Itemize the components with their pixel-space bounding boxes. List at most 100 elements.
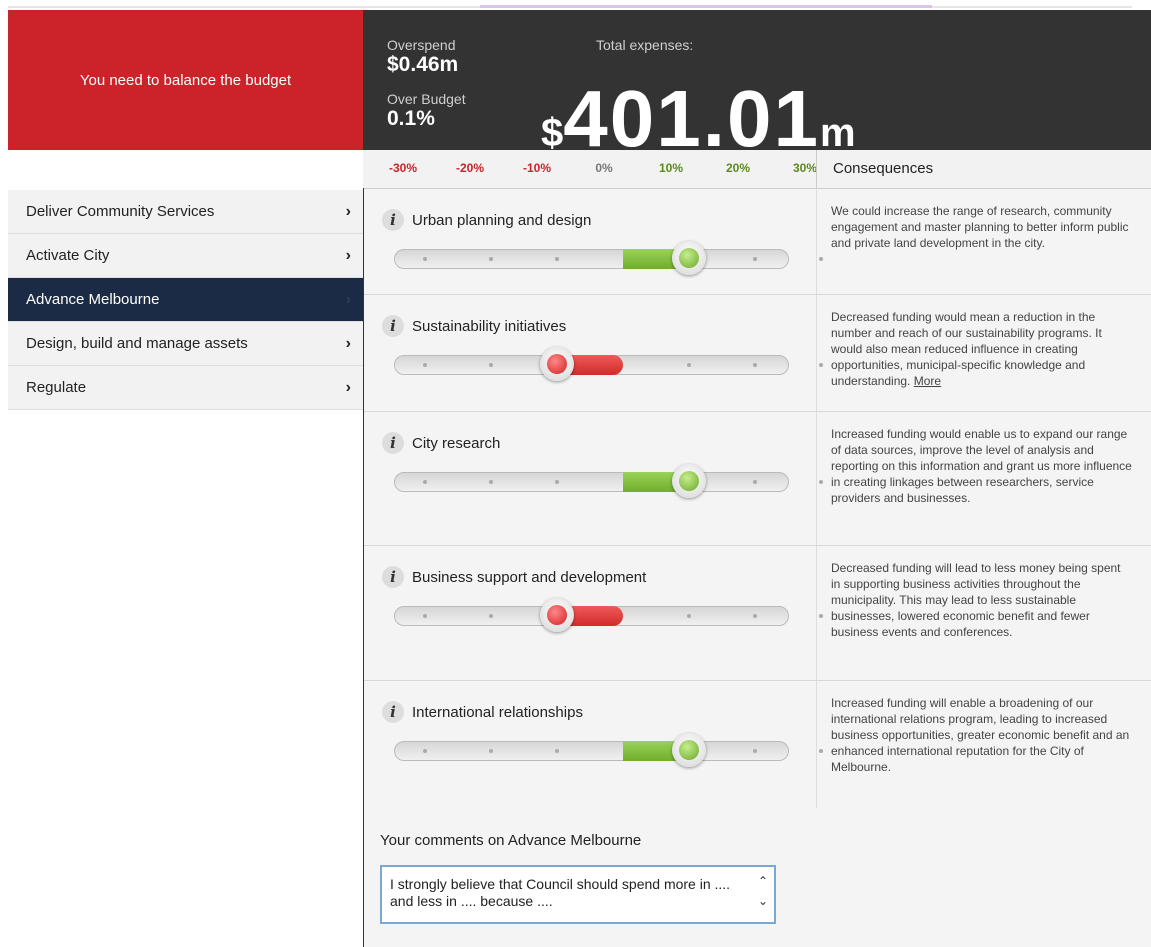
more-link[interactable]: More: [914, 374, 941, 388]
over-budget-label: Over Budget: [387, 91, 466, 107]
slider-step-dot: [819, 363, 823, 367]
slider-step-dot: [489, 363, 493, 367]
slider-step-dot: [819, 257, 823, 261]
sidebar-item-regulate[interactable]: Regulate ›: [8, 366, 363, 410]
budget-item-row: i Urban planning and design We could incre…: [364, 189, 1151, 295]
slider-step-dot: [555, 257, 559, 261]
consequence-description: Decreased funding will lead to less mone…: [831, 561, 1121, 639]
slider-step-dot: [555, 480, 559, 484]
total-expenses-label: Total expenses:: [596, 37, 694, 53]
slider-step-dot: [753, 257, 757, 261]
sidebar-item-label: Regulate: [26, 379, 87, 396]
overspend-label: Overspend: [387, 37, 456, 53]
budget-item-title: Business support and development: [412, 569, 647, 586]
scale-tick: -10%: [522, 161, 551, 175]
sidebar-item-label: Advance Melbourne: [26, 291, 160, 308]
totals-panel: Overspend $0.46m Over Budget 0.1% Total …: [363, 10, 1151, 163]
slider-step-dot: [687, 363, 691, 367]
chevron-right-icon: ›: [345, 335, 351, 352]
consequence-text: Increased funding would enable us to exp…: [816, 412, 1151, 545]
info-icon[interactable]: i: [382, 315, 404, 337]
overspend-value: $0.46m: [387, 53, 459, 76]
top-hairline: [0, 0, 1151, 10]
comments-box: ⌃ ⌄: [380, 865, 776, 924]
consequence-text: Decreased funding would mean a reduction…: [816, 295, 1151, 411]
budget-item-title: City research: [412, 435, 501, 452]
consequence-description: Increased funding will enable a broadeni…: [831, 696, 1130, 774]
slider-step-dot: [819, 749, 823, 753]
scroll-down-icon[interactable]: ⌄: [756, 891, 770, 911]
slider-step-dot: [753, 614, 757, 618]
info-icon[interactable]: i: [382, 209, 404, 231]
slider-step-dot: [753, 480, 757, 484]
info-icon[interactable]: i: [382, 566, 404, 588]
slider-step-dot: [489, 749, 493, 753]
scale-tick: -20%: [455, 161, 484, 175]
budget-item-control: i International relationships: [364, 681, 823, 813]
chevron-right-icon: ›: [345, 203, 351, 220]
slider-step-dot: [687, 614, 691, 618]
slider-handle[interactable]: [540, 598, 574, 632]
budget-item-control: i City research: [364, 412, 823, 545]
slider-step-dot: [489, 480, 493, 484]
budget-item-row: i Sustainability initiatives Decreased fun…: [364, 295, 1151, 412]
scale-header: -30% -20% -10% 0% 10% 20% 30% Consequences: [363, 150, 1151, 189]
scale-tick: 20%: [725, 161, 751, 175]
chevron-right-icon: ›: [345, 379, 351, 396]
slider-step-dot: [423, 749, 427, 753]
slider-step-dot: [489, 614, 493, 618]
info-icon[interactable]: i: [382, 701, 404, 723]
chevron-right-icon: ›: [345, 291, 351, 308]
slider-handle[interactable]: [672, 241, 706, 275]
consequence-description: We could increase the range of research,…: [831, 204, 1129, 250]
budget-slider-track[interactable]: [394, 241, 823, 275]
slider-step-dot: [753, 749, 757, 753]
slider-step-dot: [423, 363, 427, 367]
info-icon[interactable]: i: [382, 432, 404, 454]
consequences-heading: Consequences: [816, 150, 1151, 188]
scale-tick: -30%: [388, 161, 417, 175]
slider-step-dot: [819, 614, 823, 618]
budget-item-title: Urban planning and design: [412, 212, 592, 229]
consequence-text: Decreased funding will lead to less mone…: [816, 546, 1151, 680]
chevron-right-icon: ›: [345, 247, 351, 264]
budget-slider-track[interactable]: [394, 464, 823, 498]
slider-step-dot: [423, 480, 427, 484]
slider-handle[interactable]: [672, 464, 706, 498]
consequence-description: Increased funding would enable us to exp…: [831, 427, 1132, 505]
sidebar-item-label: Design, build and manage assets: [26, 335, 248, 352]
slider-step-dot: [423, 614, 427, 618]
scale-tick: 0%: [595, 161, 613, 175]
category-sidebar: Deliver Community Services › Activate City…: [8, 190, 363, 410]
budget-item-control: i Business support and development: [364, 546, 823, 680]
budget-item-title: Sustainability initiatives: [412, 318, 567, 335]
sidebar-item-deliver-community-services[interactable]: Deliver Community Services ›: [8, 190, 363, 234]
slider-handle[interactable]: [672, 733, 706, 767]
sidebar-item-label: Activate City: [26, 247, 110, 264]
comments-scrollbar[interactable]: ⌃ ⌄: [756, 871, 770, 919]
budget-item-control: i Sustainability initiatives: [364, 295, 823, 411]
budget-item-control: i Urban planning and design: [364, 189, 823, 294]
sidebar-item-activate-city[interactable]: Activate City ›: [8, 234, 363, 278]
slider-handle[interactable]: [540, 347, 574, 381]
budget-slider-track[interactable]: [394, 598, 823, 632]
comments-heading: Your comments on Advance Melbourne: [380, 832, 642, 849]
sidebar-item-design-build-and-manage-assets[interactable]: Design, build and manage assets ›: [8, 322, 363, 366]
budget-item-row: i Business support and development Decreas…: [364, 546, 1151, 681]
consequence-text: We could increase the range of research,…: [816, 189, 1151, 294]
over-budget-value: 0.1%: [387, 107, 435, 130]
slider-step-dot: [489, 257, 493, 261]
slider-step-dot: [423, 257, 427, 261]
scroll-up-icon[interactable]: ⌃: [756, 871, 770, 891]
budget-slider-track[interactable]: [394, 347, 823, 381]
sidebar-item-label: Deliver Community Services: [26, 203, 215, 220]
total-unit: m: [819, 111, 856, 155]
budget-item-title: International relationships: [412, 704, 583, 721]
budget-items: i Urban planning and design We could incre…: [364, 189, 1151, 814]
alert-text: You need to balance the budget: [79, 71, 292, 89]
comments-textarea[interactable]: [390, 876, 740, 916]
budget-item-row: i City research Increased funding would en…: [364, 412, 1151, 546]
budget-slider-track[interactable]: [394, 733, 823, 767]
sidebar-item-advance-melbourne[interactable]: Advance Melbourne ›: [8, 278, 363, 322]
slider-step-dot: [753, 363, 757, 367]
